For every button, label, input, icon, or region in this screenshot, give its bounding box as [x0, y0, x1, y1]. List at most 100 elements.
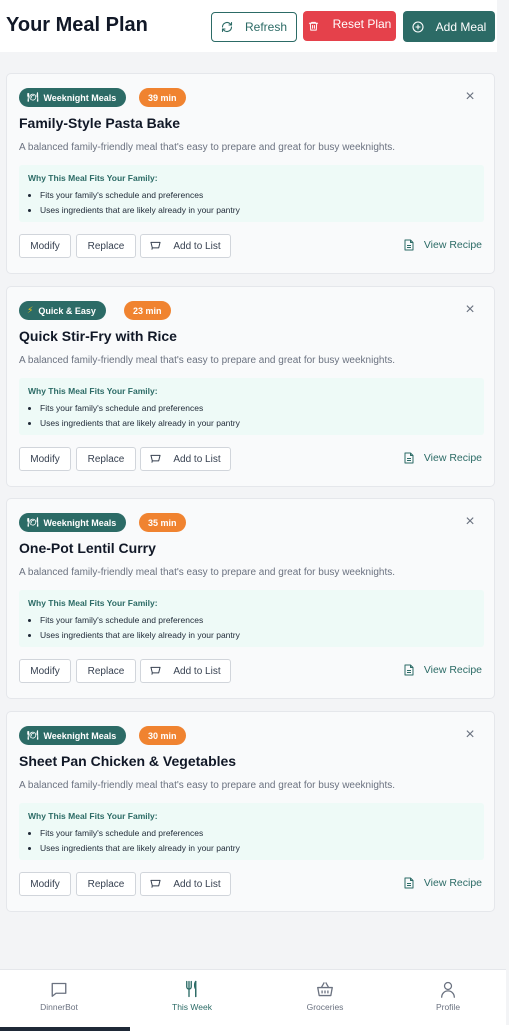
replace-button[interactable]: Replace [76, 447, 136, 471]
nav-item-groceries[interactable]: Groceries [285, 970, 365, 1026]
add-to-list-label: Add to List [173, 453, 221, 465]
plate-icon: 🍽 [27, 92, 39, 102]
reason-list: Fits your family's schedule and preferen… [40, 402, 240, 432]
why-fits-title: Why This Meal Fits Your Family: [28, 386, 158, 396]
reason-item: Fits your family's schedule and preferen… [40, 614, 240, 629]
plate-icon: 🍽 [27, 517, 39, 527]
category-label: Quick & Easy [38, 305, 96, 316]
basket-icon [316, 980, 334, 998]
nav-label: DinnerBot [40, 1002, 78, 1012]
document-icon [404, 239, 414, 251]
meal-card: 🍽 Weeknight Meals 39 min × Family-Style … [6, 73, 495, 274]
why-fits-box: Why This Meal Fits Your Family: Fits you… [19, 803, 484, 860]
reset-plan-button[interactable]: Reset Plan [303, 11, 396, 41]
nav-item-this-week[interactable]: This Week [152, 970, 232, 1026]
trash-icon [308, 20, 319, 32]
why-fits-box: Why This Meal Fits Your Family: Fits you… [19, 378, 484, 435]
reason-item: Uses ingredients that are likely already… [40, 417, 240, 432]
modify-button[interactable]: Modify [19, 447, 71, 471]
add-to-list-label: Add to List [173, 665, 221, 677]
cart-icon [150, 454, 161, 464]
meal-title: Family-Style Pasta Bake [19, 115, 181, 131]
why-fits-title: Why This Meal Fits Your Family: [28, 811, 158, 821]
reason-item: Uses ingredients that are likely already… [40, 842, 240, 857]
reason-list: Fits your family's schedule and preferen… [40, 827, 240, 857]
category-badge: 🍽 Weeknight Meals [19, 88, 127, 107]
category-badge: 🍽 Weeknight Meals [19, 726, 127, 745]
view-recipe-label: View Recipe [423, 452, 482, 464]
modify-button[interactable]: Modify [19, 234, 71, 258]
view-recipe-link[interactable]: View Recipe [404, 664, 482, 676]
close-icon[interactable]: × [464, 514, 476, 530]
meal-card: ⚡ Quick & Easy 23 min × Quick Stir-Fry w… [6, 286, 495, 487]
refresh-icon [221, 21, 233, 33]
user-icon [441, 980, 455, 998]
window-edge [0, 1025, 509, 1031]
add-to-list-button[interactable]: Add to List [140, 234, 231, 258]
app-header: Your Meal Plan Refresh Reset Plan Add Me… [0, 0, 497, 52]
add-to-list-button[interactable]: Add to List [140, 447, 231, 471]
document-icon [404, 452, 414, 464]
modify-button[interactable]: Modify [19, 872, 71, 896]
replace-button[interactable]: Replace [76, 659, 136, 683]
why-fits-title: Why This Meal Fits Your Family: [28, 173, 158, 183]
refresh-label: Refresh [244, 20, 288, 34]
bottom-nav: DinnerBot This Week Groceries Profile [0, 969, 506, 1025]
category-label: Weeknight Meals [43, 92, 117, 103]
reason-list: Fits your family's schedule and preferen… [40, 189, 240, 219]
plus-circle-icon [412, 20, 424, 33]
view-recipe-label: View Recipe [423, 664, 482, 676]
nav-item-profile[interactable]: Profile [408, 970, 488, 1026]
view-recipe-label: View Recipe [423, 239, 482, 251]
document-icon [404, 877, 414, 889]
lightning-icon: ⚡ [27, 305, 34, 315]
replace-button[interactable]: Replace [76, 234, 136, 258]
time-badge: 35 min [139, 513, 186, 532]
add-to-list-label: Add to List [173, 240, 221, 252]
add-to-list-button[interactable]: Add to List [140, 659, 231, 683]
nav-label: Groceries [306, 1002, 344, 1012]
why-fits-box: Why This Meal Fits Your Family: Fits you… [19, 165, 484, 222]
meal-title: One-Pot Lentil Curry [19, 540, 156, 556]
view-recipe-label: View Recipe [423, 877, 482, 889]
view-recipe-link[interactable]: View Recipe [404, 452, 482, 464]
category-label: Weeknight Meals [43, 730, 117, 741]
cart-icon [150, 879, 161, 889]
close-icon[interactable]: × [464, 727, 476, 743]
add-to-list-button[interactable]: Add to List [140, 872, 231, 896]
meal-description: A balanced family-friendly meal that's e… [19, 355, 396, 366]
time-badge: 39 min [139, 88, 186, 107]
why-fits-box: Why This Meal Fits Your Family: Fits you… [19, 590, 484, 647]
reason-item: Uses ingredients that are likely already… [40, 204, 240, 219]
nav-label: This Week [172, 1002, 212, 1012]
meal-card: 🍽 Weeknight Meals 35 min × One-Pot Lenti… [6, 498, 495, 699]
refresh-button[interactable]: Refresh [211, 12, 297, 42]
nav-item-dinnerbot[interactable]: DinnerBot [19, 970, 99, 1026]
page-title: Your Meal Plan [6, 14, 148, 36]
close-icon[interactable]: × [464, 302, 476, 318]
utensils-icon [184, 980, 200, 998]
reason-list: Fits your family's schedule and preferen… [40, 614, 240, 644]
close-icon[interactable]: × [464, 89, 476, 105]
view-recipe-link[interactable]: View Recipe [404, 877, 482, 889]
add-meal-button[interactable]: Add Meal [403, 11, 495, 42]
reset-plan-label: Reset Plan [332, 17, 392, 31]
meal-description: A balanced family-friendly meal that's e… [19, 142, 396, 153]
category-badge: 🍽 Weeknight Meals [19, 513, 127, 532]
replace-button[interactable]: Replace [76, 872, 136, 896]
reason-item: Fits your family's schedule and preferen… [40, 827, 240, 842]
add-to-list-label: Add to List [173, 878, 221, 890]
category-label: Weeknight Meals [43, 517, 117, 528]
reason-item: Fits your family's schedule and preferen… [40, 189, 240, 204]
time-badge: 30 min [139, 726, 186, 745]
cart-icon [150, 241, 161, 251]
add-meal-label: Add Meal [435, 19, 487, 34]
plate-icon: 🍽 [27, 730, 39, 740]
modify-button[interactable]: Modify [19, 659, 71, 683]
reason-item: Uses ingredients that are likely already… [40, 629, 240, 644]
cart-icon [150, 666, 161, 676]
view-recipe-link[interactable]: View Recipe [404, 239, 482, 251]
why-fits-title: Why This Meal Fits Your Family: [28, 598, 158, 608]
reason-item: Fits your family's schedule and preferen… [40, 402, 240, 417]
nav-label: Profile [435, 1002, 461, 1012]
